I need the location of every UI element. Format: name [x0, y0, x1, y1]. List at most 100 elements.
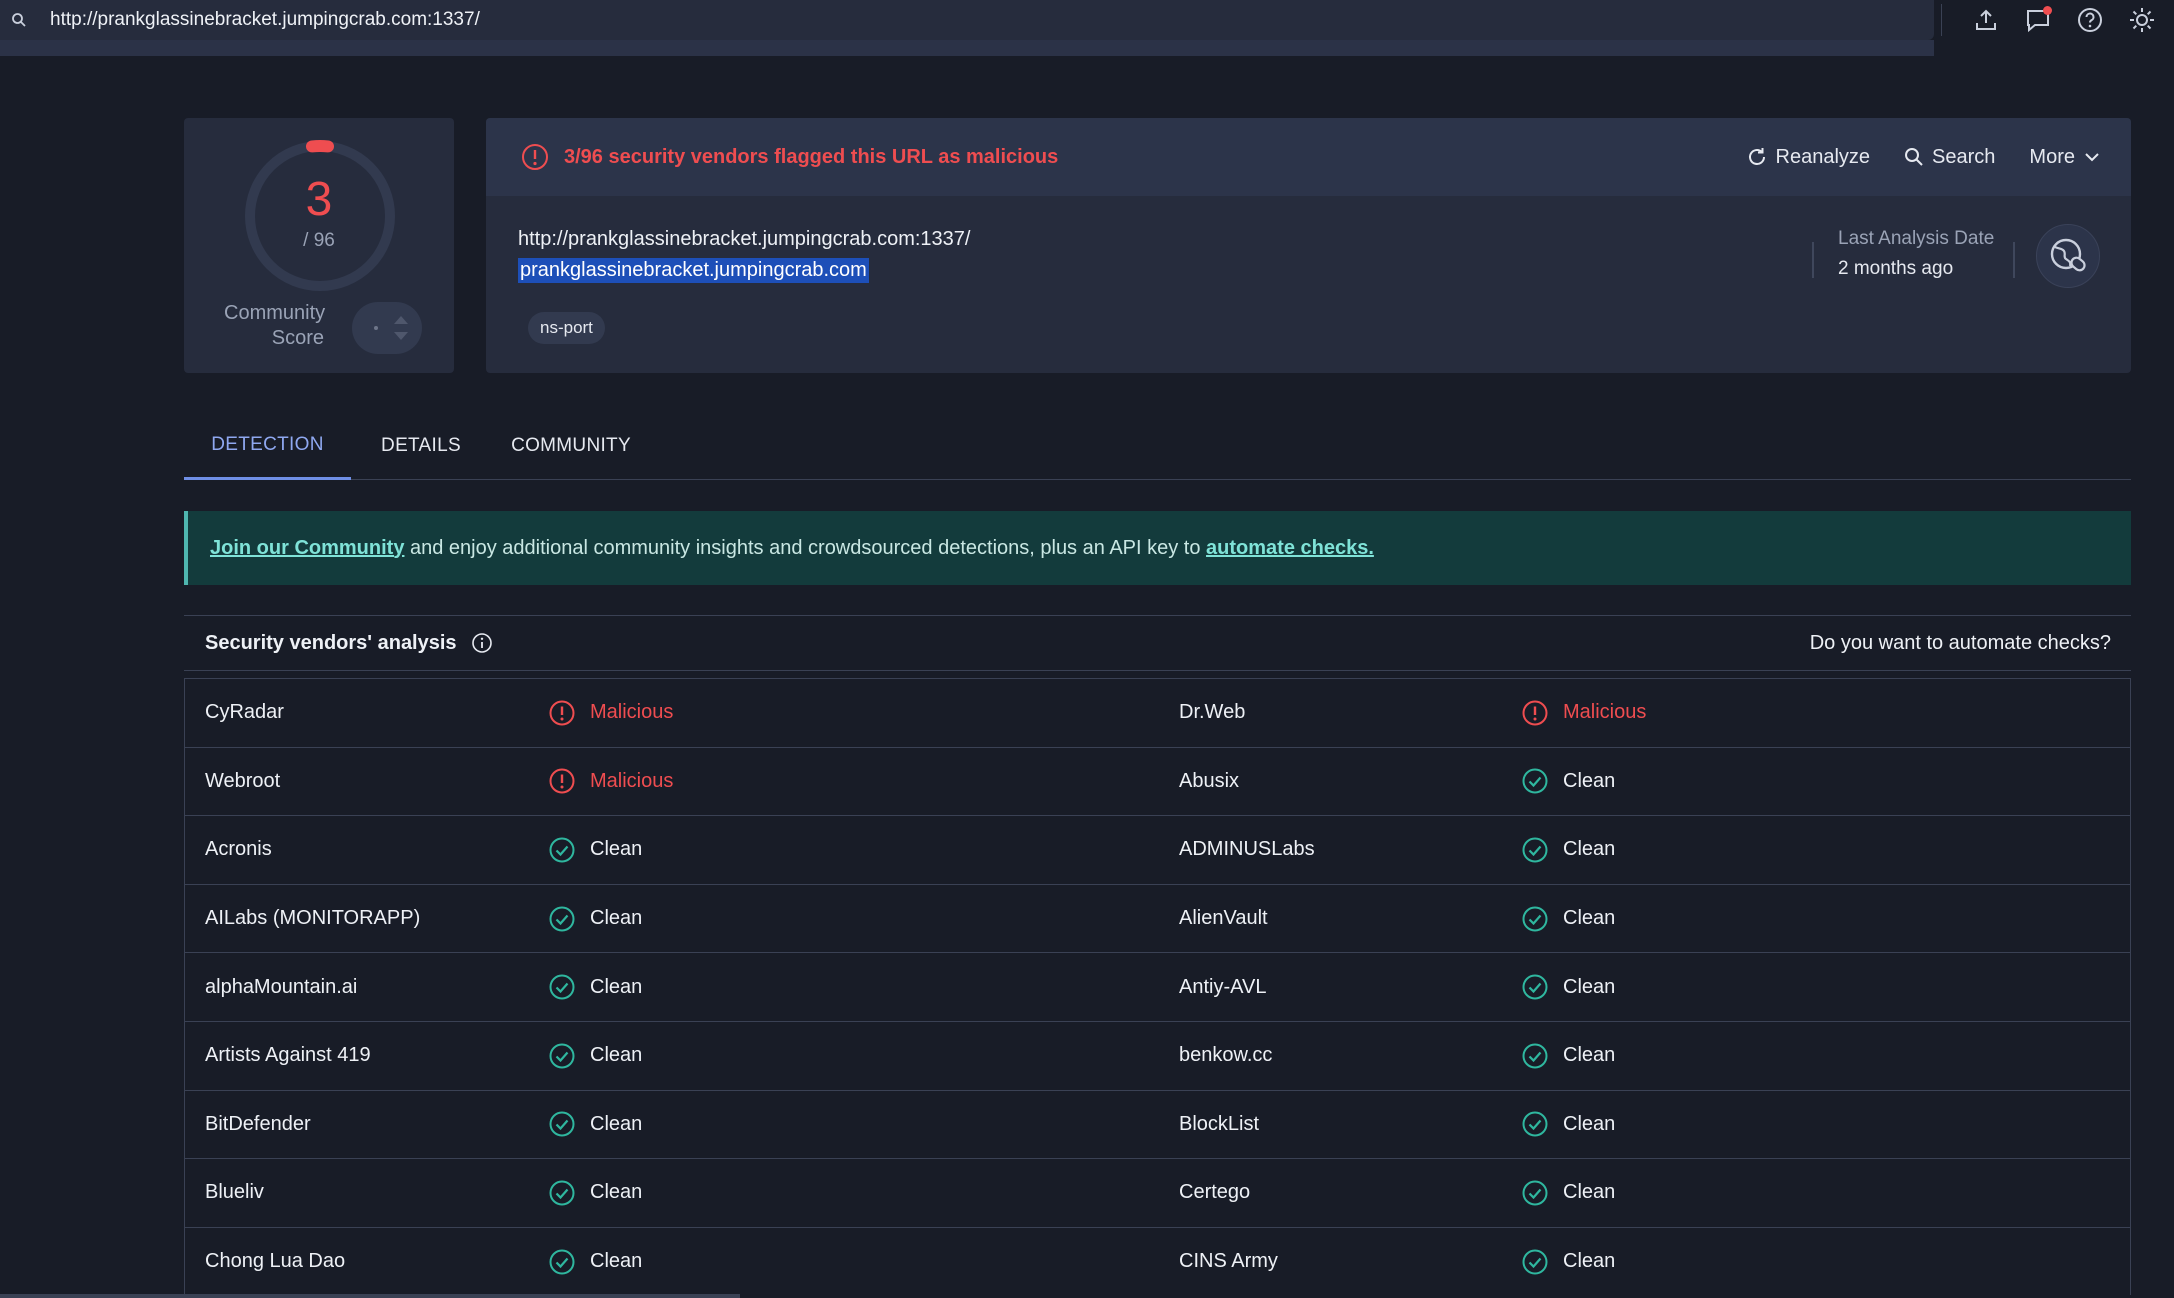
top-actions [1941, 0, 2174, 40]
tab-community[interactable]: COMMUNITY [491, 412, 651, 480]
vendor-result-label: Clean [590, 1181, 643, 1204]
vendor-name: Blueliv [205, 1181, 264, 1204]
notifications-icon[interactable] [2022, 4, 2054, 36]
clean-check-icon [548, 836, 576, 864]
search-icon [1905, 148, 1923, 166]
url-search-field[interactable] [0, 0, 1934, 40]
upload-icon[interactable] [1970, 4, 2002, 36]
clean-check-icon [548, 1110, 576, 1138]
clean-check-icon [1521, 973, 1549, 1001]
vote-down-icon[interactable] [394, 332, 408, 340]
vendor-result-label: Clean [1563, 1250, 1616, 1273]
table-row: Webroot Malicious Abusix Clean [185, 746, 2130, 816]
automate-checks-prompt[interactable]: Do you want to automate checks? [1810, 632, 2111, 655]
help-icon[interactable] [2074, 4, 2106, 36]
automate-checks-link[interactable]: automate checks. [1206, 537, 1374, 560]
vendor-name: AlienVault [1179, 907, 1268, 930]
vendors-title: Security vendors' analysis [205, 631, 457, 654]
vendor-result: Clean [548, 885, 642, 953]
clean-check-icon [548, 905, 576, 933]
vendor-result-label: Clean [590, 907, 643, 930]
vendor-name: ADMINUSLabs [1179, 838, 1315, 861]
search-icon [4, 12, 34, 28]
total-vendors: / 96 [303, 230, 335, 251]
join-community-link[interactable]: Join our Community [210, 537, 404, 560]
vendor-name: Abusix [1179, 769, 1240, 792]
vendor-result: Clean [1521, 1022, 1615, 1090]
vendor-result-label: Clean [1563, 838, 1616, 861]
vendor-name: Certego [1179, 1181, 1251, 1204]
community-banner: Join our Community and enjoy additional … [184, 511, 2131, 585]
vendor-name: alphaMountain.ai [205, 975, 358, 998]
divider [1812, 242, 1814, 278]
info-header: 3/96 security vendors flagged this URL a… [486, 118, 2131, 196]
table-row: Blueliv Clean Certego Clean [185, 1158, 2130, 1227]
vendors-header: Security vendors' analysis Do you want t… [184, 615, 2131, 671]
vendor-result-label: Clean [1563, 1044, 1616, 1067]
table-row: AILabs (MONITORAPP) Clean AlienVault Clean [185, 883, 2130, 953]
vendor-result-label: Clean [590, 838, 643, 861]
vendor-result: Clean [1521, 748, 1615, 816]
vendor-result-label: Malicious [1563, 701, 1647, 724]
clean-check-icon [1521, 767, 1549, 795]
table-row: Acronis Clean ADMINUSLabs Clean [185, 815, 2130, 884]
vendor-name: Dr.Web [1179, 701, 1246, 724]
clean-check-icon [548, 1179, 576, 1207]
vendor-name: AILabs (MONITORAPP) [205, 907, 421, 930]
vendor-result: Clean [548, 1228, 642, 1296]
tab-details[interactable]: DETAILS [351, 412, 491, 480]
header-actions: Reanalyze Search More [1746, 118, 2101, 196]
url-type-button[interactable] [2036, 224, 2100, 288]
divider [2013, 242, 2015, 278]
reanalyze-icon [1748, 148, 1765, 165]
vendor-name: BitDefender [205, 1112, 311, 1135]
clean-check-icon [1521, 836, 1549, 864]
malicious-icon [548, 767, 576, 795]
vendor-result: Clean [548, 1022, 642, 1090]
detections-count: 3 [305, 173, 333, 226]
more-button[interactable]: More [2029, 146, 2101, 169]
vendor-result-label: Clean [590, 1250, 643, 1273]
vendor-name: CyRadar [205, 701, 284, 724]
vendor-name: CINS Army [1179, 1250, 1278, 1273]
theme-sun-icon[interactable] [2126, 4, 2158, 36]
malicious-alert-text: 3/96 security vendors flagged this URL a… [564, 145, 1059, 168]
banner-text: and enjoy additional community insights … [404, 536, 1207, 559]
reanalyze-button[interactable]: Reanalyze [1746, 146, 1870, 169]
analyzed-host-link[interactable]: prankglassinebracket.jumpingcrab.com [518, 258, 869, 283]
tag-ns-port[interactable]: ns-port [528, 312, 605, 344]
table-row: Artists Against 419 Clean benkow.cc Clean [185, 1020, 2130, 1090]
table-row: alphaMountain.ai Clean Antiy-AVL Clean [185, 952, 2130, 1021]
vote-up-icon[interactable] [394, 316, 408, 324]
vendor-result: Clean [1521, 1091, 1615, 1159]
url-search-input[interactable] [50, 9, 1850, 31]
analyzed-url: http://prankglassinebracket.jumpingcrab.… [518, 228, 971, 250]
community-vote-control[interactable] [352, 302, 422, 354]
info-icon[interactable] [471, 632, 493, 654]
vendor-result-label: Malicious [590, 701, 674, 724]
vendor-result-label: Clean [590, 1044, 643, 1067]
vendor-result: Clean [1521, 1228, 1615, 1296]
vendor-result: Clean [1521, 816, 1615, 884]
scroll-indicator [0, 1294, 740, 1298]
alert-icon [522, 144, 548, 170]
vendor-name: Chong Lua Dao [205, 1250, 346, 1273]
clean-check-icon [1521, 1042, 1549, 1070]
table-row: Chong Lua Dao Clean CINS Army Clean [185, 1226, 2130, 1296]
divider [1941, 4, 1942, 36]
vendor-name: Webroot [205, 769, 281, 792]
vendor-name: Antiy-AVL [1179, 975, 1267, 998]
vendor-result-label: Clean [1563, 769, 1616, 792]
tab-detection[interactable]: DETECTION [184, 412, 351, 480]
clean-check-icon [1521, 905, 1549, 933]
vendor-result-label: Clean [1563, 907, 1616, 930]
last-analysis-label: Last Analysis Date [1838, 228, 1995, 249]
clean-check-icon [548, 1042, 576, 1070]
detection-score-card: 3 / 96 Community Score [184, 118, 454, 373]
vendor-result: Clean [1521, 953, 1615, 1021]
search-button[interactable]: Search [1904, 146, 1995, 169]
clean-check-icon [1521, 1248, 1549, 1276]
vendor-result-label: Clean [1563, 975, 1616, 998]
vendor-name: Artists Against 419 [205, 1044, 371, 1067]
vendor-result: Clean [548, 1091, 642, 1159]
